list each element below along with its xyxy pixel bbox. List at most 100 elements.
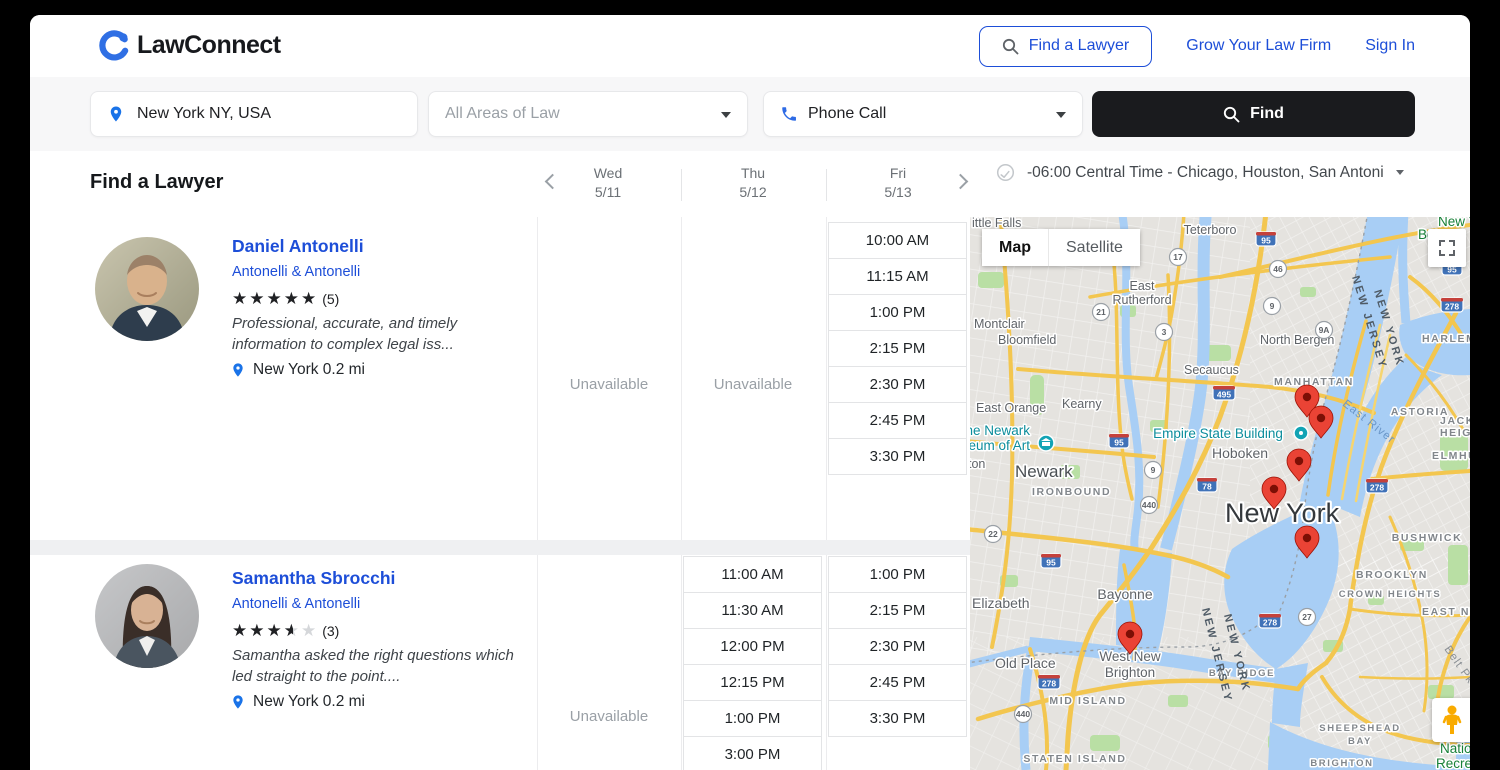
map-label-ton: ton [970,457,985,471]
lawyer-name[interactable]: Daniel Antonelli [232,236,364,257]
map-view-button[interactable]: Map [982,229,1048,266]
svg-text:278: 278 [1263,618,1277,628]
app-window: LawConnect Find a Lawyer Grow Your Law F… [30,15,1470,770]
time-slot[interactable]: 1:00 PM [828,294,967,331]
consultation-type-value: Phone Call [808,105,886,123]
time-slot[interactable]: 10:00 AM [828,222,967,259]
svg-text:21: 21 [1096,307,1106,317]
time-slot[interactable]: 11:30 AM [683,592,822,629]
sign-in-link[interactable]: Sign In [1365,37,1415,55]
time-slot[interactable]: 2:30 PM [828,366,967,403]
time-slot[interactable]: 2:15 PM [828,330,967,367]
next-days-chevron[interactable] [953,174,969,190]
time-slot[interactable]: 1:00 PM [683,700,822,737]
nav-links: Find a Lawyer Grow Your Law Firm Sign In [979,15,1415,77]
svg-text:278: 278 [1042,679,1056,689]
globe-icon [996,163,1015,182]
time-slot[interactable]: 2:45 PM [828,664,967,701]
divider [826,217,827,540]
avatar[interactable] [95,564,199,668]
map-canvas[interactable]: ittle Falls Teterboro Montclair Bloomfie… [970,217,1470,770]
time-slot[interactable]: 11:15 AM [828,258,967,295]
lawyer-firm[interactable]: Antonelli & Antonelli [232,264,360,280]
svg-text:440: 440 [1142,500,1156,510]
fullscreen-icon [1438,239,1456,257]
pegman-icon [1441,705,1463,735]
chevron-down-icon [1396,170,1404,175]
brand-logo[interactable]: LawConnect [98,29,281,61]
svg-text:46: 46 [1273,264,1283,274]
lawyer-firm[interactable]: Antonelli & Antonelli [232,596,360,612]
empire-state-poi-dot [1299,431,1303,435]
timezone-select[interactable]: -06:00 Central Time - Chicago, Houston, … [996,163,1404,182]
satellite-view-button[interactable]: Satellite [1048,229,1140,266]
top-navbar: LawConnect Find a Lawyer Grow Your Law F… [30,15,1470,78]
consultation-type-select[interactable]: Phone Call [763,91,1083,137]
day-column-wed[interactable]: Wed 5/11 [563,164,653,202]
divider [826,555,827,770]
areas-of-law-value: All Areas of Law [445,105,560,123]
svg-text:278: 278 [1370,483,1384,493]
previous-days-chevron[interactable] [545,174,561,190]
divider [681,555,682,770]
svg-text:440: 440 [1016,709,1030,719]
svg-text:95: 95 [1046,558,1056,568]
day-dow: Wed [563,164,653,183]
time-slot[interactable]: 2:45 PM [828,402,967,439]
time-slot[interactable]: 11:00 AM [683,556,822,593]
avatar[interactable] [95,237,199,341]
lawconnect-logo-icon [98,29,130,61]
map-label-bayonne: Bayonne [1097,586,1152,602]
pegman-control[interactable] [1432,698,1470,742]
time-slot[interactable]: 12:00 PM [683,628,822,665]
map-label-secaucus: Secaucus [1184,363,1239,377]
nav-find-label: Find a Lawyer [1029,37,1130,55]
time-slot[interactable]: 1:00 PM [828,556,967,593]
museum-poi-icon[interactable] [1038,435,1054,451]
time-slot[interactable]: 3:30 PM [828,438,967,475]
svg-text:495: 495 [1217,390,1231,400]
review-count: (3) [322,623,339,639]
time-slot[interactable]: 3:30 PM [828,700,967,737]
review-excerpt-line2: information to complex legal iss... [232,334,454,355]
availability-wed-unavailable: Unavailable [537,708,681,725]
location-text: New York 0.2 mi [253,361,365,379]
fullscreen-button[interactable] [1428,229,1466,267]
map-label-east-new: EAST NEW [1422,606,1470,618]
map-label-teterboro: Teterboro [1184,223,1237,237]
divider [537,555,538,770]
lawyer-name[interactable]: Samantha Sbrocchi [232,568,395,589]
time-slot[interactable]: 2:15 PM [828,592,967,629]
time-slot[interactable]: 12:15 PM [683,664,822,701]
search-bar: All Areas of Law Phone Call Find [30,77,1470,152]
nav-find-a-lawyer-button[interactable]: Find a Lawyer [979,26,1153,67]
location-field[interactable] [90,91,418,137]
star-empty: ★ [301,621,318,640]
map-label-museum-1: he Newark [970,423,1030,438]
map-label-new-yo: New Yo [1438,217,1470,229]
availability-wed-unavailable: Unavailable [537,376,681,393]
search-icon [1223,106,1240,123]
day-dow: Thu [708,164,798,183]
map-label-old-place: Old Place [995,655,1056,671]
find-button[interactable]: Find [1092,91,1415,137]
map-label-crown-heights: CROWN HEIGHTS [1339,589,1442,600]
star-rating: ★★★★★(5) [232,289,339,309]
grow-your-law-firm-link[interactable]: Grow Your Law Firm [1186,37,1331,55]
map-label-east-rutherford-2: Rutherford [1112,293,1171,307]
review-excerpt-line2: led straight to the point.... [232,666,400,687]
map-label-jackson-2: HEIGHTS [1440,427,1470,439]
areas-of-law-select[interactable]: All Areas of Law [428,91,748,137]
day-column-fri[interactable]: Fri 5/13 [853,164,943,202]
svg-text:9: 9 [1270,301,1275,311]
map-type-control: Map Satellite [982,229,1140,266]
page-title: Find a Lawyer [90,171,223,194]
map-panel[interactable]: ittle Falls Teterboro Montclair Bloomfie… [970,217,1470,770]
day-date: 5/13 [853,183,943,202]
lawyer-location: New York 0.2 mi [230,693,365,711]
time-slot[interactable]: 3:00 PM [683,736,822,770]
day-column-thu[interactable]: Thu 5/12 [708,164,798,202]
time-slot[interactable]: 2:30 PM [828,628,967,665]
location-input[interactable] [135,104,389,124]
map-label-ironbound: IRONBOUND [1032,486,1111,498]
